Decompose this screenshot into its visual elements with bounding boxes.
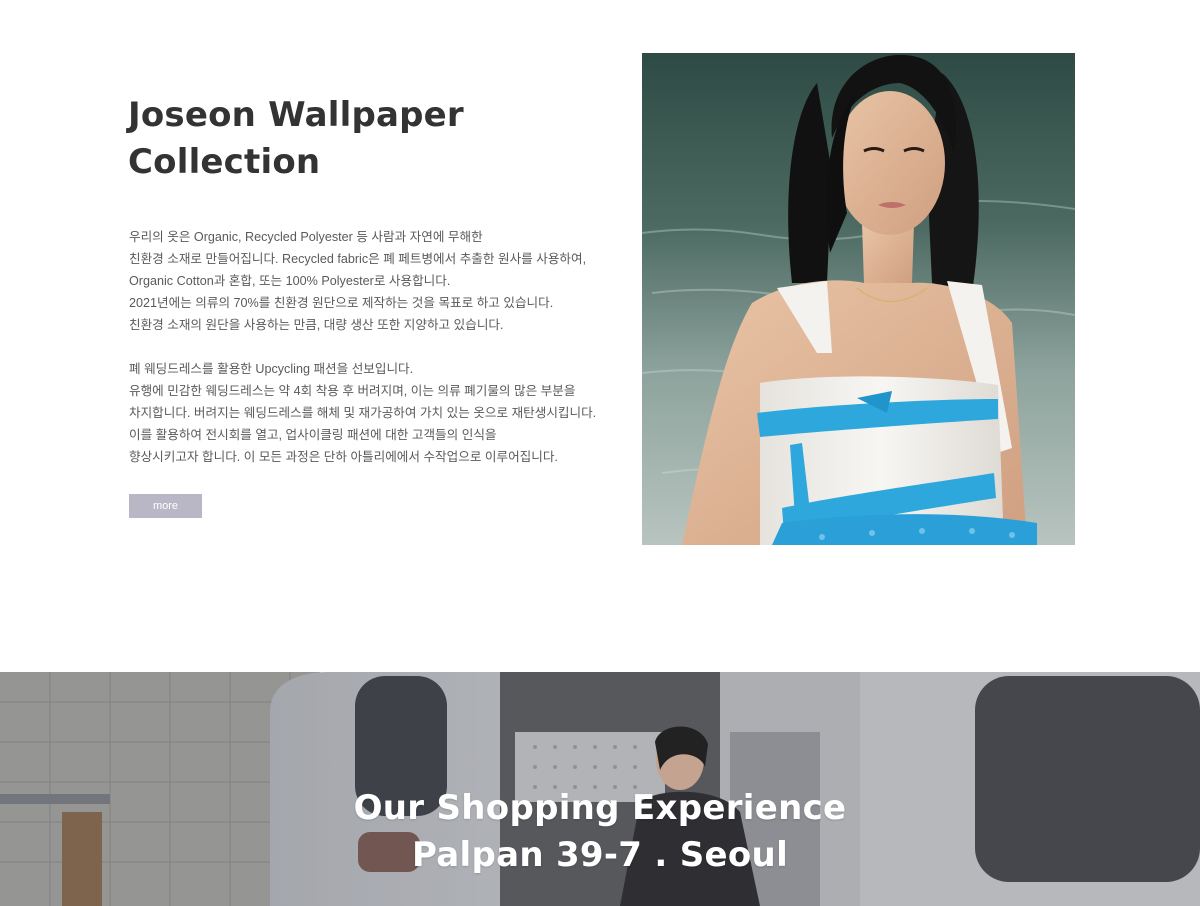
description-line: 2021년에는 의류의 70%를 친환경 원단으로 제작하는 것을 목표로 하고… [129,296,554,310]
collection-description-eco: 우리의 옷은 Organic, Recycled Polyester 등 사람과… [129,226,599,336]
more-button[interactable]: more [129,494,202,518]
collection-section: Joseon Wallpaper Collection 우리의 옷은 Organ… [0,0,1200,672]
collection-description-upcycling: 폐 웨딩드레스를 활용한 Upcycling 패션을 선보입니다. 유행에 민감… [129,358,599,468]
description-line: 친환경 소재의 원단을 사용하는 만큼, 대량 생산 또한 지양하고 있습니다. [129,318,504,332]
collection-title: Joseon Wallpaper Collection [128,92,548,186]
collection-title-line: Collection [128,142,321,182]
model-photo-illustration [642,53,1075,545]
experience-title-line: Palpan 39-7 . Seoul [411,835,789,875]
description-line: 향상시키고자 합니다. 이 모든 과정은 단하 아틀리에에서 수작업으로 이루어… [129,450,558,464]
description-line: 우리의 옷은 Organic, Recycled Polyester 등 사람과… [129,230,483,244]
description-line: 폐 웨딩드레스를 활용한 Upcycling 패션을 선보입니다. [129,362,414,376]
description-line: 유행에 민감한 웨딩드레스는 약 4회 착용 후 버려지며, 이는 의류 폐기물… [129,384,576,398]
shopping-experience-title: Our Shopping Experience Palpan 39-7 . Se… [0,785,1200,879]
experience-title-line: Our Shopping Experience [353,788,847,828]
collection-model-photo [642,53,1075,545]
description-line: 이를 활용하여 전시회를 열고, 업사이클링 패션에 대한 고객들의 인식을 [129,428,497,442]
description-line: Organic Cotton과 혼합, 또는 100% Polyester로 사… [129,274,451,288]
shopping-experience-banner: Our Shopping Experience Palpan 39-7 . Se… [0,672,1200,906]
description-line: 친환경 소재로 만들어집니다. Recycled fabric은 폐 페트병에서… [129,252,587,266]
page: Joseon Wallpaper Collection 우리의 옷은 Organ… [0,0,1200,906]
description-line: 차지합니다. 버려지는 웨딩드레스를 해체 및 재가공하여 가치 있는 옷으로 … [129,406,597,420]
collection-title-line: Joseon Wallpaper [128,95,464,135]
